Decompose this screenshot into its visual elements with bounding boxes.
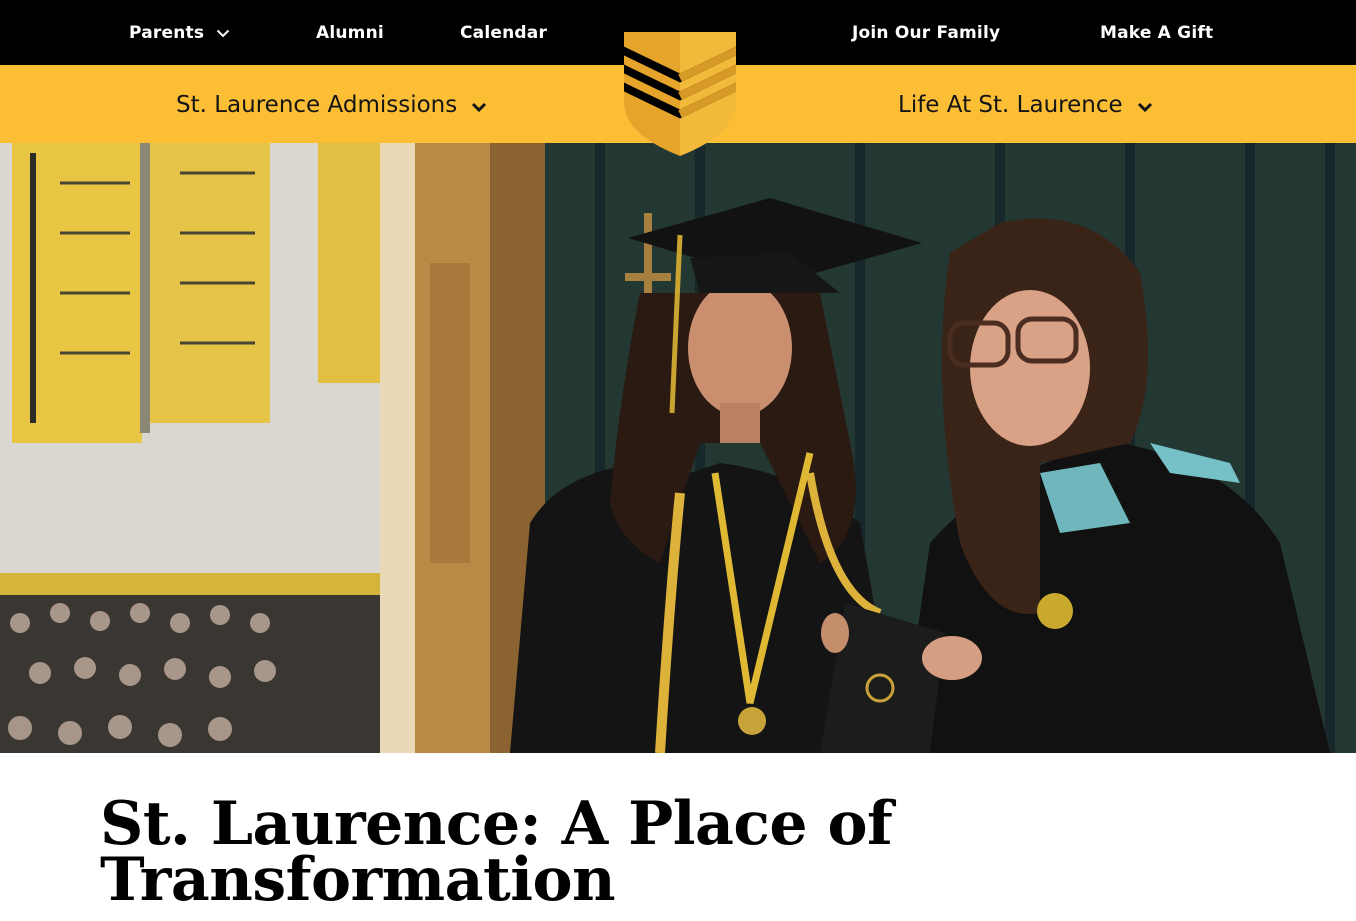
main-nav-admissions-label: St. Laurence Admissions	[176, 92, 458, 118]
hero-image	[0, 143, 1356, 753]
main-nav-life-at-st-laurence[interactable]: Life At St. Laurence	[898, 65, 1153, 143]
top-nav-parents[interactable]: Parents	[129, 0, 230, 65]
top-nav-calendar[interactable]: Calendar	[460, 0, 547, 65]
main-nav-life-label: Life At St. Laurence	[898, 92, 1123, 118]
chevron-down-icon	[471, 66, 487, 146]
shield-logo-icon[interactable]	[622, 30, 738, 158]
chevron-down-icon	[216, 0, 230, 66]
page-title: St. Laurence: A Place of Transformation	[100, 789, 893, 915]
top-nav-parents-label: Parents	[129, 23, 205, 43]
top-nav-join-our-family[interactable]: Join Our Family	[852, 0, 1000, 65]
main-nav-admissions[interactable]: St. Laurence Admissions	[176, 65, 487, 143]
graduation-photo	[0, 143, 1356, 753]
chevron-down-icon	[1137, 66, 1153, 146]
top-nav-make-a-gift[interactable]: Make A Gift	[1100, 0, 1213, 65]
top-nav-alumni[interactable]: Alumni	[316, 0, 384, 65]
